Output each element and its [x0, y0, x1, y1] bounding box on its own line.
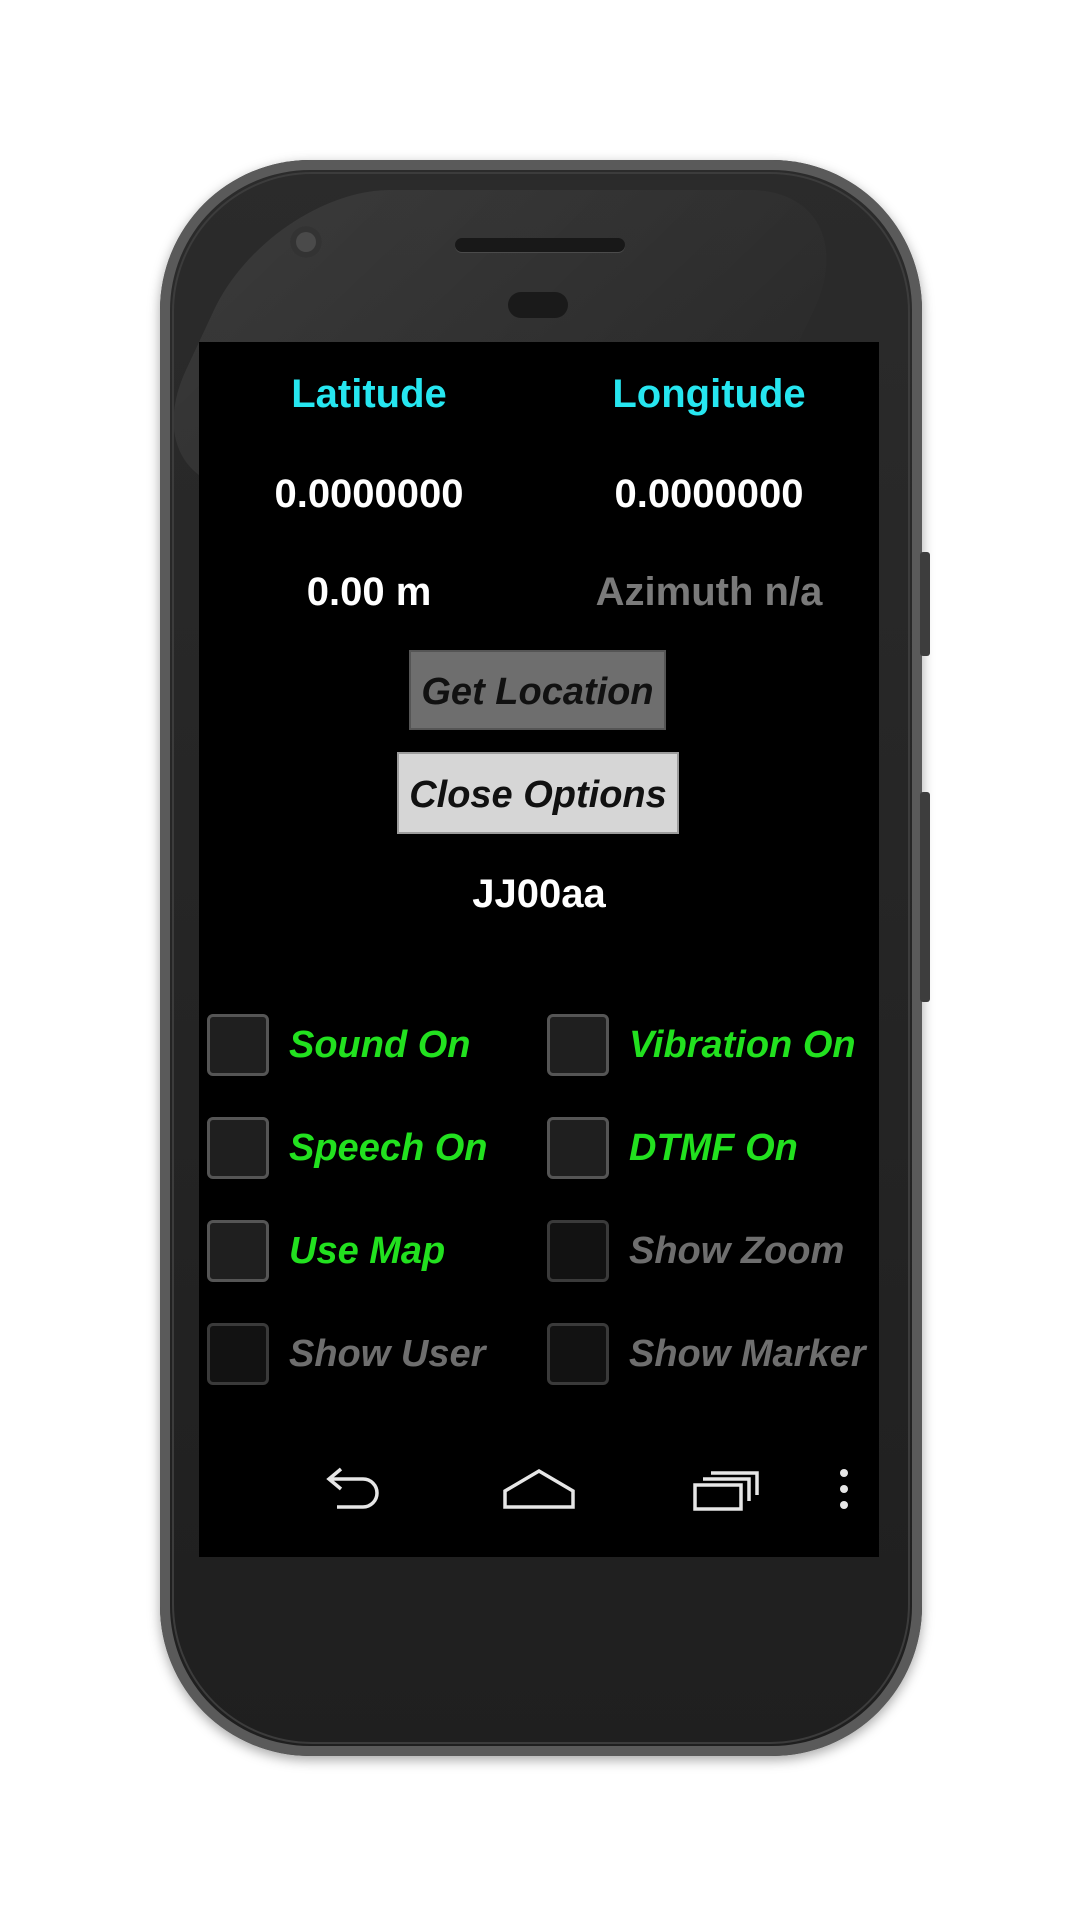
altitude-value: 0.00 m: [306, 570, 432, 614]
dtmf-on-label: DTMF On: [629, 1126, 798, 1169]
earpiece-speaker: [455, 238, 625, 252]
vibration-on-label: Vibration On: [629, 1023, 856, 1066]
option-show-marker: Show Marker: [547, 1321, 866, 1387]
app-screen: Latitude Longitude 0.0000000 0.0000000 0…: [199, 342, 879, 1557]
recents-icon[interactable]: [689, 1465, 761, 1515]
latitude-value: 0.0000000: [274, 472, 464, 516]
speech-on-checkbox[interactable]: [207, 1117, 269, 1179]
power-button: [920, 552, 930, 656]
show-zoom-checkbox: [547, 1220, 609, 1282]
sound-on-label: Sound On: [289, 1023, 471, 1066]
front-camera-icon: [290, 226, 322, 258]
proximity-sensor: [508, 292, 568, 318]
overflow-menu-icon[interactable]: [834, 1465, 854, 1515]
close-options-button[interactable]: Close Options: [397, 752, 679, 834]
get-location-button[interactable]: Get Location: [409, 650, 666, 730]
navigation-bar: [199, 1431, 879, 1557]
option-dtmf-on[interactable]: DTMF On: [547, 1115, 798, 1181]
use-map-label: Use Map: [289, 1229, 446, 1272]
sound-on-checkbox[interactable]: [207, 1014, 269, 1076]
option-sound-on[interactable]: Sound On: [207, 1012, 471, 1078]
longitude-value: 0.0000000: [614, 472, 804, 516]
speech-on-label: Speech On: [289, 1126, 488, 1169]
show-marker-checkbox: [547, 1323, 609, 1385]
show-zoom-label: Show Zoom: [629, 1229, 845, 1272]
page: Latitude Longitude 0.0000000 0.0000000 0…: [0, 0, 1080, 1920]
option-use-map[interactable]: Use Map: [207, 1218, 445, 1284]
option-show-user: Show User: [207, 1321, 485, 1387]
use-map-checkbox[interactable]: [207, 1220, 269, 1282]
volume-button: [920, 792, 930, 1002]
option-vibration-on[interactable]: Vibration On: [547, 1012, 856, 1078]
home-icon[interactable]: [499, 1465, 579, 1515]
dtmf-on-checkbox[interactable]: [547, 1117, 609, 1179]
latitude-label: Latitude: [291, 372, 447, 416]
azimuth-value: Azimuth n/a: [595, 570, 823, 614]
grid-locator: JJ00aa: [472, 872, 606, 916]
vibration-on-checkbox[interactable]: [547, 1014, 609, 1076]
longitude-label: Longitude: [612, 372, 806, 416]
show-user-label: Show User: [289, 1332, 486, 1375]
show-user-checkbox: [207, 1323, 269, 1385]
option-speech-on[interactable]: Speech On: [207, 1115, 488, 1181]
back-icon[interactable]: [317, 1465, 387, 1515]
show-marker-label: Show Marker: [629, 1332, 866, 1375]
altitude-azimuth-row: 0.00 m Azimuth n/a: [199, 570, 879, 615]
coordinate-labels-row: Latitude Longitude: [199, 372, 879, 417]
option-show-zoom: Show Zoom: [547, 1218, 844, 1284]
coordinate-values-row: 0.0000000 0.0000000: [199, 472, 879, 517]
